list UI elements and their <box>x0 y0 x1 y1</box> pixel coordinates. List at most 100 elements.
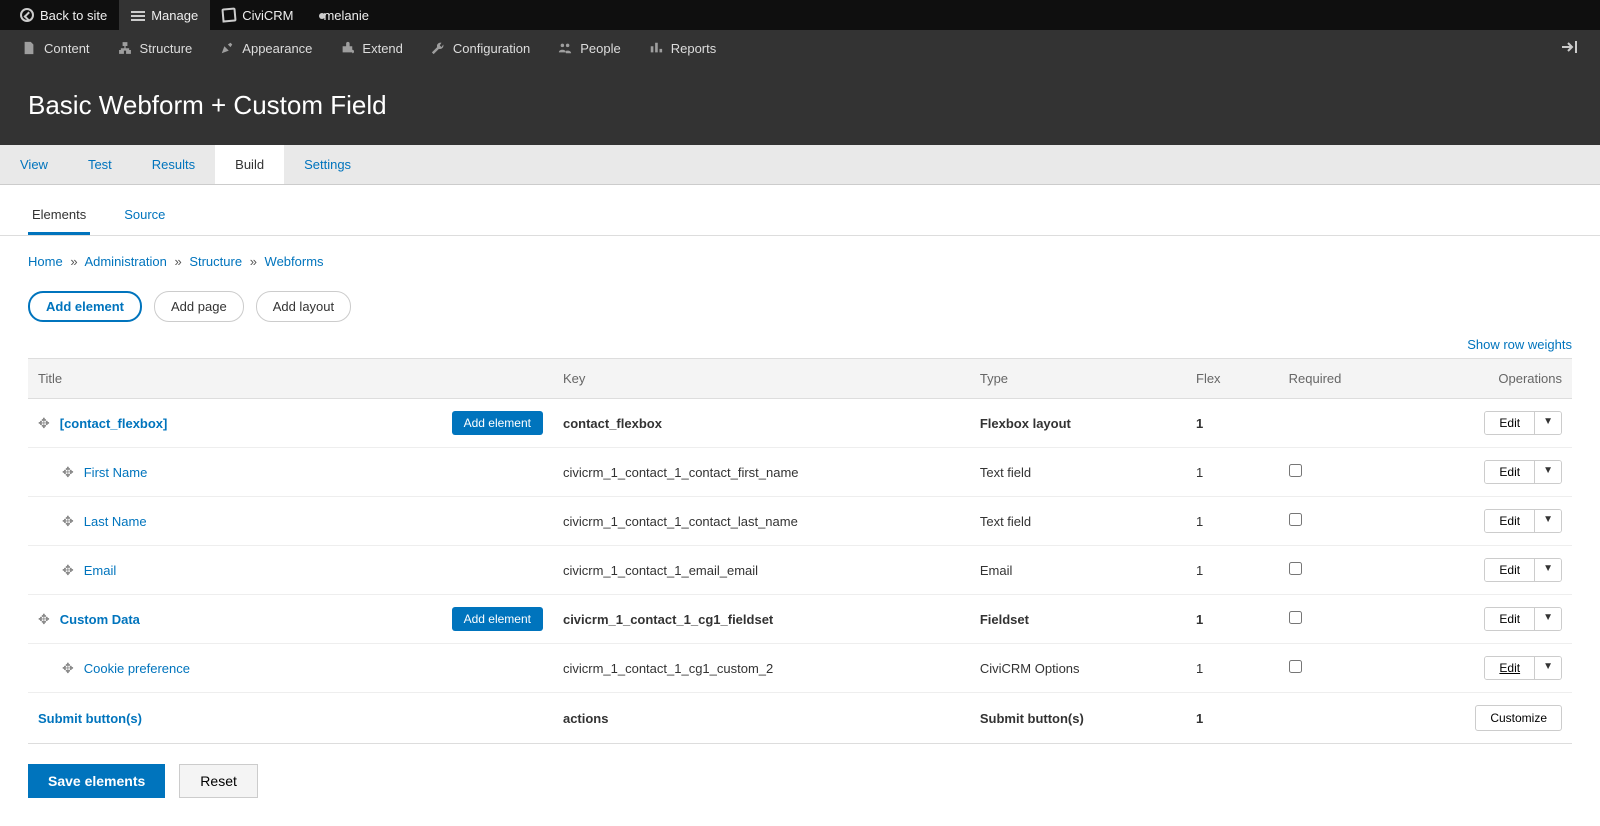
chevron-down-icon[interactable]: ▼ <box>1534 412 1561 434</box>
element-type: CiviCRM Options <box>970 644 1186 693</box>
element-title-link[interactable]: Email <box>84 563 117 578</box>
edit-button[interactable]: Edit <box>1485 461 1534 483</box>
edit-button[interactable]: Edit <box>1485 510 1534 532</box>
element-key: civicrm_1_contact_1_email_email <box>553 546 970 595</box>
edit-button[interactable]: Edit <box>1485 657 1534 679</box>
civicrm-icon <box>222 7 237 22</box>
element-title-link[interactable]: Custom Data <box>60 612 140 627</box>
chevron-down-icon[interactable]: ▼ <box>1534 657 1561 679</box>
bc-home[interactable]: Home <box>28 254 63 269</box>
tab-test[interactable]: Test <box>68 145 132 184</box>
manage-label: Manage <box>151 8 198 23</box>
required-checkbox[interactable] <box>1289 660 1302 673</box>
back-to-site[interactable]: Back to site <box>8 0 119 30</box>
required-checkbox[interactable] <box>1289 464 1302 477</box>
element-key: civicrm_1_contact_1_contact_last_name <box>553 497 970 546</box>
element-key: contact_flexbox <box>553 399 970 448</box>
show-weights-link[interactable]: Show row weights <box>1467 337 1572 352</box>
bc-webforms[interactable]: Webforms <box>265 254 324 269</box>
element-title-link[interactable]: Last Name <box>84 514 147 529</box>
element-title-link[interactable]: [contact_flexbox] <box>60 416 168 431</box>
element-type: Flexbox layout <box>970 399 1186 448</box>
element-type: Fieldset <box>970 595 1186 644</box>
elements-table: Title Key Type Flex Required Operations … <box>28 358 1572 744</box>
element-title-link[interactable]: Cookie preference <box>84 661 190 676</box>
page-header: Basic Webform + Custom Field <box>0 66 1600 145</box>
reset-button[interactable]: Reset <box>179 764 258 798</box>
reports-icon <box>649 41 663 55</box>
tab-build[interactable]: Build <box>215 145 284 184</box>
tab-results[interactable]: Results <box>132 145 215 184</box>
appearance-icon <box>220 41 234 55</box>
civi-label: CiviCRM <box>242 8 293 23</box>
add-element-button[interactable]: Add element <box>28 291 142 322</box>
page-title: Basic Webform + Custom Field <box>28 90 1572 121</box>
tab-settings[interactable]: Settings <box>284 145 371 184</box>
people-icon <box>558 41 572 55</box>
drag-handle-icon[interactable]: ✥ <box>62 660 74 677</box>
element-key: actions <box>553 693 970 744</box>
secondary-tabs: Elements Source <box>0 185 1600 236</box>
admin-content[interactable]: Content <box>8 30 104 66</box>
chevron-down-icon[interactable]: ▼ <box>1534 510 1561 532</box>
subtab-elements[interactable]: Elements <box>28 197 90 235</box>
table-row: ✥ Custom Data Add element civicrm_1_contact… <box>28 595 1572 644</box>
user-label: melanie <box>323 8 369 23</box>
row-add-element-button[interactable]: Add element <box>452 411 543 435</box>
element-flex: 1 <box>1186 644 1279 693</box>
back-label: Back to site <box>40 8 107 23</box>
admin-structure[interactable]: Structure <box>104 30 207 66</box>
element-flex: 1 <box>1186 448 1279 497</box>
chevron-down-icon[interactable]: ▼ <box>1534 559 1561 581</box>
chevron-down-icon[interactable]: ▼ <box>1534 461 1561 483</box>
bc-structure[interactable]: Structure <box>189 254 242 269</box>
subtab-source[interactable]: Source <box>120 197 169 235</box>
admin-reports[interactable]: Reports <box>635 30 731 66</box>
row-add-element-button[interactable]: Add element <box>452 607 543 631</box>
element-title-link[interactable]: First Name <box>84 465 148 480</box>
file-icon <box>22 41 36 55</box>
manage-toggle[interactable]: Manage <box>119 0 210 30</box>
element-key: civicrm_1_contact_1_contact_first_name <box>553 448 970 497</box>
user-menu[interactable]: melanie <box>305 0 381 30</box>
th-flex: Flex <box>1186 359 1279 399</box>
admin-configuration[interactable]: Configuration <box>417 30 544 66</box>
admin-appearance[interactable]: Appearance <box>206 30 326 66</box>
element-key: civicrm_1_contact_1_cg1_fieldset <box>553 595 970 644</box>
add-layout-button[interactable]: Add layout <box>256 291 351 322</box>
drag-handle-icon[interactable]: ✥ <box>38 611 50 628</box>
required-checkbox[interactable] <box>1289 562 1302 575</box>
drag-handle-icon[interactable]: ✥ <box>62 513 74 530</box>
add-page-button[interactable]: Add page <box>154 291 244 322</box>
element-title-link[interactable]: Submit button(s) <box>38 711 142 726</box>
edit-button[interactable]: Edit <box>1485 608 1534 630</box>
save-elements-button[interactable]: Save elements <box>28 764 165 798</box>
th-key: Key <box>553 359 970 399</box>
element-key: civicrm_1_contact_1_cg1_custom_2 <box>553 644 970 693</box>
element-flex: 1 <box>1186 693 1279 744</box>
collapse-toggle[interactable] <box>1562 40 1592 57</box>
element-type: Submit button(s) <box>970 693 1186 744</box>
admin-people[interactable]: People <box>544 30 634 66</box>
drag-handle-icon[interactable]: ✥ <box>38 415 50 432</box>
table-row: Submit button(s)actionsSubmit button(s)1… <box>28 693 1572 744</box>
edit-button[interactable]: Edit <box>1485 412 1534 434</box>
required-checkbox[interactable] <box>1289 611 1302 624</box>
customize-button[interactable]: Customize <box>1475 705 1562 731</box>
th-required: Required <box>1279 359 1433 399</box>
civicrm-link[interactable]: CiviCRM <box>210 0 305 30</box>
tab-view[interactable]: View <box>0 145 68 184</box>
structure-icon <box>118 41 132 55</box>
admin-extend[interactable]: Extend <box>326 30 416 66</box>
drag-handle-icon[interactable]: ✥ <box>62 464 74 481</box>
required-checkbox[interactable] <box>1289 513 1302 526</box>
drag-handle-icon[interactable]: ✥ <box>62 562 74 579</box>
table-row: ✥ Cookie preference civicrm_1_contact_1_cg… <box>28 644 1572 693</box>
footer-actions: Save elements Reset <box>28 764 1572 798</box>
bc-admin[interactable]: Administration <box>84 254 166 269</box>
arrow-left-icon <box>20 8 34 22</box>
table-row: ✥Emailcivicrm_1_contact_1_email_emailEma… <box>28 546 1572 595</box>
table-row: ✥ First Name civicrm_1_contact_1_contact_f… <box>28 448 1572 497</box>
edit-button[interactable]: Edit <box>1485 559 1534 581</box>
chevron-down-icon[interactable]: ▼ <box>1534 608 1561 630</box>
